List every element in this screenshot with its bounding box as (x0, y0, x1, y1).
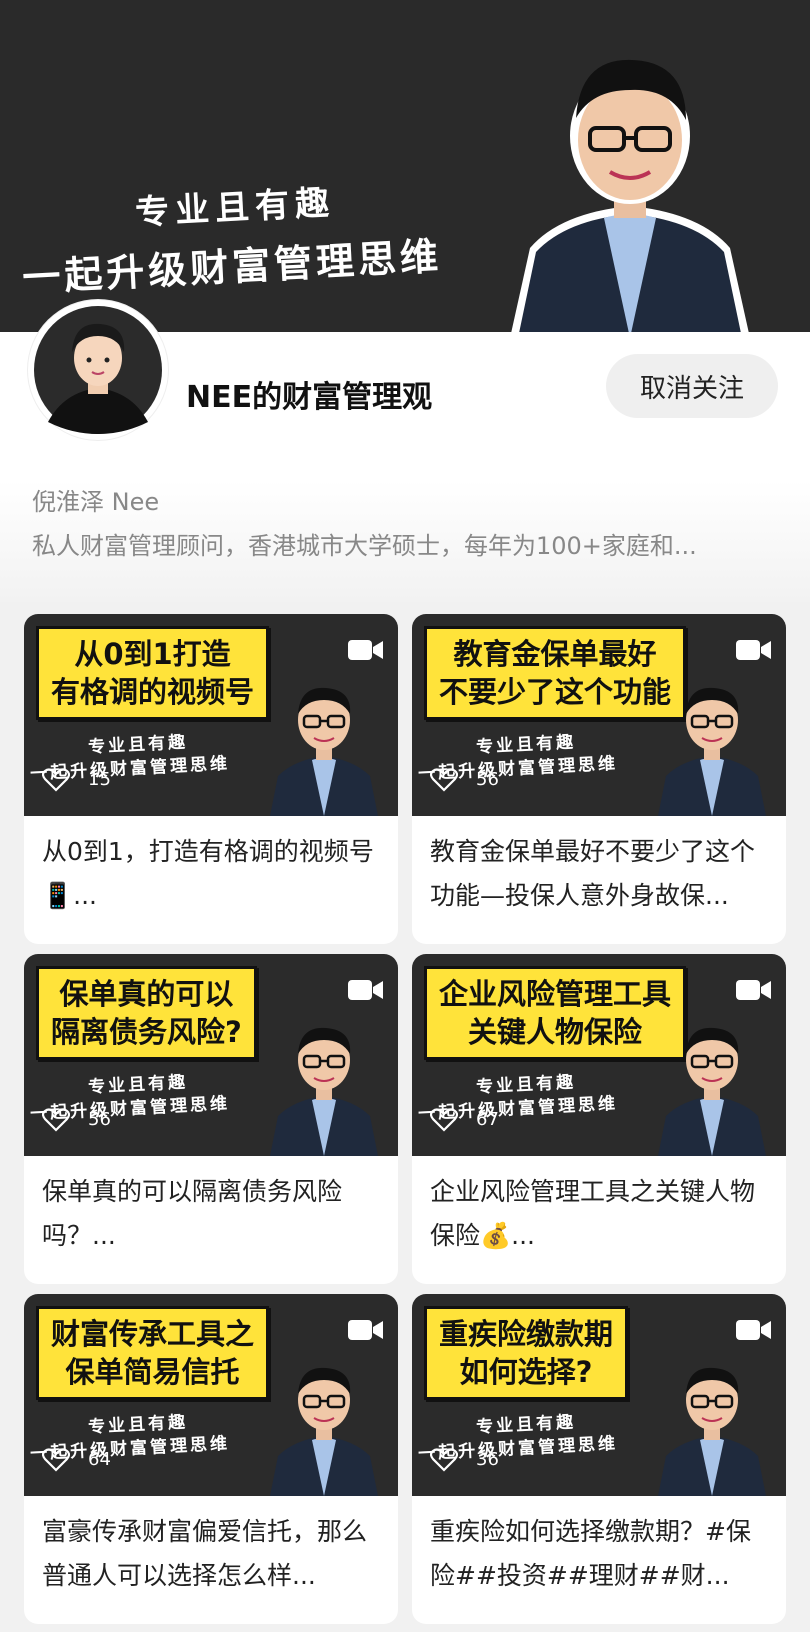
thumbnail-portrait-image (658, 1367, 766, 1496)
video-card[interactable]: 教育金保单最好 不要少了这个功能 专业且有趣 一起升级财富管理思维 56 教育金… (412, 614, 786, 944)
video-thumbnail[interactable]: 财富传承工具之 保单简易信托 专业且有趣 一起升级财富管理思维 64 (24, 1294, 398, 1496)
like-count: 64 (88, 1449, 111, 1470)
video-card[interactable]: 企业风险管理工具 关键人物保险 专业且有趣 一起升级财富管理思维 67 企业风险… (412, 954, 786, 1284)
video-camera-icon (348, 980, 383, 1000)
video-thumbnail[interactable]: 保单真的可以 隔离债务风险? 专业且有趣 一起升级财富管理思维 56 (24, 954, 398, 1156)
video-camera-icon (348, 640, 383, 660)
thumbnail-portrait-image (658, 687, 766, 816)
video-title[interactable]: 教育金保单最好不要少了这个功能—投保人意外身故保... (430, 830, 770, 918)
thumbnail-portrait-image (270, 1367, 378, 1496)
thumbnail-headline-line1: 教育金保单最好 (453, 637, 657, 671)
video-camera-icon (736, 980, 771, 1000)
heart-icon[interactable] (430, 1448, 458, 1472)
like-count: 15 (88, 769, 111, 790)
like-count: 67 (476, 1109, 499, 1130)
thumbnail-headline-line1: 从0到1打造 (74, 637, 231, 671)
video-title[interactable]: 企业风险管理工具之关键人物保险💰... (430, 1170, 770, 1258)
video-title[interactable]: 重疾险如何选择缴款期？#保险##投资##理财##财... (430, 1510, 770, 1598)
thumbnail-headline-line2: 关键人物保险 (468, 1015, 643, 1049)
video-title[interactable]: 保单真的可以隔离债务风险吗？... (42, 1170, 382, 1258)
thumbnail-headline: 保单真的可以 隔离债务风险? (36, 966, 257, 1060)
video-thumbnail[interactable]: 教育金保单最好 不要少了这个功能 专业且有趣 一起升级财富管理思维 56 (412, 614, 786, 816)
thumbnail-headline-line2: 有格调的视频号 (51, 675, 255, 709)
like-count: 56 (88, 1109, 111, 1130)
bio-text[interactable]: 私人财富管理顾问，香港城市大学硕士，每年为100+家庭和... (32, 526, 697, 561)
thumbnail-headline: 教育金保单最好 不要少了这个功能 (424, 626, 687, 720)
thumbnail-headline-line1: 重疾险缴款期 (439, 1317, 614, 1351)
thumbnail-headline-line2: 如何选择? (459, 1355, 593, 1389)
video-thumbnail[interactable]: 重疾险缴款期 如何选择? 专业且有趣 一起升级财富管理思维 36 (412, 1294, 786, 1496)
unfollow-button[interactable]: 取消关注 (606, 354, 778, 418)
thumbnail-portrait-image (270, 1027, 378, 1156)
thumbnail-portrait-image (658, 1027, 766, 1156)
thumbnail-headline: 财富传承工具之 保单简易信托 (36, 1306, 270, 1400)
video-camera-icon (736, 1320, 771, 1340)
heart-icon[interactable] (430, 768, 458, 792)
avatar-illustration-icon (34, 306, 162, 434)
like-count: 36 (476, 1449, 499, 1470)
profile-banner: 专业且有趣 一起升级财富管理思维 (0, 0, 810, 332)
avatar[interactable] (28, 300, 168, 440)
video-camera-icon (348, 1320, 383, 1340)
video-card[interactable]: 财富传承工具之 保单简易信托 专业且有趣 一起升级财富管理思维 64 富豪传承财… (24, 1294, 398, 1624)
banner-slogan-line1: 专业且有趣 (134, 182, 337, 234)
thumbnail-headline: 从0到1打造 有格调的视频号 (36, 626, 270, 720)
heart-icon[interactable] (42, 1108, 70, 1132)
video-title[interactable]: 从0到1，打造有格调的视频号📱... (42, 830, 382, 918)
video-card[interactable]: 重疾险缴款期 如何选择? 专业且有趣 一起升级财富管理思维 36 重疾险如何选择… (412, 1294, 786, 1624)
thumbnail-headline-line1: 企业风险管理工具 (439, 977, 672, 1011)
banner-slogan-line2: 一起升级财富管理思维 (21, 233, 444, 300)
thumbnail-headline-line2: 保单简易信托 (65, 1355, 240, 1389)
banner-portrait-image (511, 59, 749, 332)
real-name: 倪淮泽 Nee (32, 488, 160, 516)
thumbnail-headline-line2: 不要少了这个功能 (439, 675, 672, 709)
video-card[interactable]: 保单真的可以 隔离债务风险? 专业且有趣 一起升级财富管理思维 56 保单真的可… (24, 954, 398, 1284)
thumbnail-headline: 重疾险缴款期 如何选择? (424, 1306, 629, 1400)
thumbnail-portrait-image (270, 687, 378, 816)
thumbnail-headline-line1: 保单真的可以 (59, 977, 234, 1011)
video-thumbnail[interactable]: 从0到1打造 有格调的视频号 专业且有趣 一起升级财富管理思维 15 (24, 614, 398, 816)
heart-icon[interactable] (430, 1108, 458, 1132)
video-camera-icon (736, 640, 771, 660)
like-count: 56 (476, 769, 499, 790)
thumbnail-headline-line1: 财富传承工具之 (51, 1317, 255, 1351)
video-card[interactable]: 从0到1打造 有格调的视频号 专业且有趣 一起升级财富管理思维 15 从0到1，… (24, 614, 398, 944)
account-name: NEE的财富管理观 (186, 380, 433, 415)
heart-icon[interactable] (42, 768, 70, 792)
video-thumbnail[interactable]: 企业风险管理工具 关键人物保险 专业且有趣 一起升级财富管理思维 67 (412, 954, 786, 1156)
thumbnail-headline: 企业风险管理工具 关键人物保险 (424, 966, 687, 1060)
thumbnail-headline-line2: 隔离债务风险? (51, 1015, 242, 1049)
video-title[interactable]: 富豪传承财富偏爱信托，那么普通人可以选择怎么样... (42, 1510, 382, 1598)
profile-header: NEE的财富管理观 取消关注 倪淮泽 Nee 私人财富管理顾问，香港城市大学硕士… (0, 300, 810, 602)
heart-icon[interactable] (42, 1448, 70, 1472)
